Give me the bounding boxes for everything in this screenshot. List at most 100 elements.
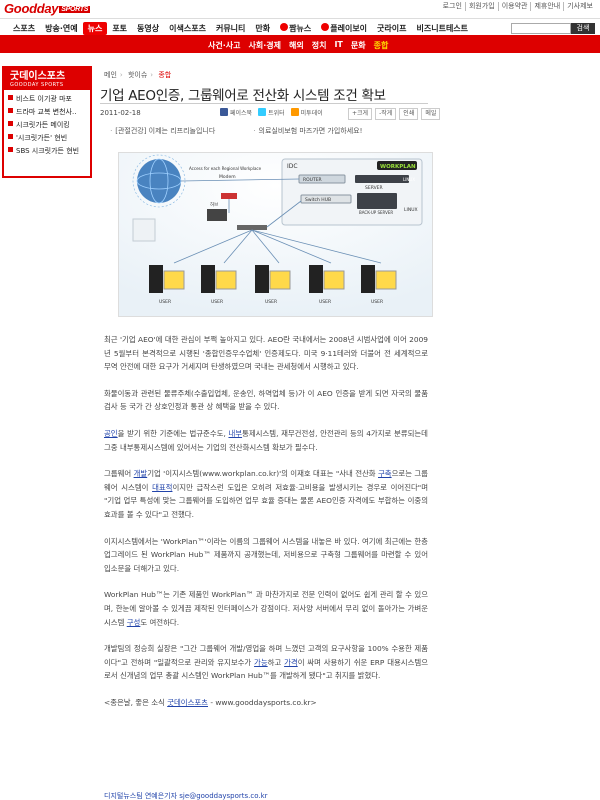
nav-item[interactable]: 비즈니트테스트 [412, 22, 474, 35]
subnav-item[interactable]: 문화 [347, 40, 370, 51]
text-ad[interactable]: · 의료실비보험 마즈가면 가입하세요! [253, 126, 362, 136]
article-keyword-link[interactable]: 굿데이스포츠 [167, 698, 208, 707]
nav-item[interactable]: 짬뉴스 [275, 22, 316, 35]
share-bar: 페이스북 트위터 미투데이 [220, 108, 323, 117]
share-twitter[interactable]: 트위터 [258, 108, 285, 117]
modem-label: Modem [219, 174, 236, 180]
nav-item[interactable]: 만화 [250, 22, 275, 35]
breadcrumb-sep: › [150, 71, 154, 79]
search-input[interactable] [511, 23, 571, 34]
article-keyword-link[interactable]: 구성 [127, 618, 141, 627]
badge-icon [280, 23, 289, 31]
sidebar-item-label: '시크릿가든' 현빈 [16, 134, 68, 142]
top-link[interactable]: 회원가입 [464, 2, 498, 11]
subnav-item-current[interactable]: 종합 [370, 40, 393, 51]
nav-item[interactable]: 동영상 [132, 22, 164, 35]
font-smaller-button[interactable]: -작게 [375, 108, 397, 120]
bullet-icon [8, 108, 13, 113]
article-keyword-link[interactable]: 개발 [134, 469, 148, 478]
share-label: 트위터 [268, 110, 285, 117]
article-text: 그룹웨어 [104, 469, 134, 479]
nav-item[interactable]: 커뮤니티 [211, 22, 250, 35]
nav-item[interactable]: 플레이보이 [316, 22, 372, 35]
access-label: Access for each Regional Workplace [189, 166, 262, 171]
subnav-item[interactable]: 사건·사고 [204, 40, 244, 51]
article-keyword-link[interactable]: 내부 [228, 429, 242, 438]
reporter-email[interactable]: 디지털뉴스팀 연예은기자 sje@gooddaysports.co.kr [104, 791, 268, 800]
subnav-item[interactable]: 해외 [285, 40, 308, 51]
top-bar: Goodday SPORTS 로그인 회원가입 이용약관 제휴안내 기사제보 [0, 0, 600, 18]
article-keyword-link[interactable]: 가능 [254, 658, 268, 667]
nav-item[interactable]: 포토 [107, 22, 132, 35]
sidebar-item-label: 시크릿가든 메이킹 [16, 121, 70, 129]
site-logo[interactable]: Goodday SPORTS [4, 1, 91, 16]
backup-label: BACK-UP SERVER [359, 210, 393, 215]
nav-item[interactable]: 스포츠 [8, 22, 40, 35]
sidebar-item[interactable]: 비스트 이기광 마포 [8, 93, 86, 106]
share-facebook[interactable]: 페이스북 [220, 108, 252, 117]
hub-label: 허브 [210, 201, 218, 208]
idc-label: IDC [287, 163, 298, 170]
share-label: 페이스북 [230, 110, 253, 117]
article-paragraph: WorkPlan Hub™는 기존 제품인 WorkPlan™ 과 마찬가지로 … [104, 588, 428, 629]
article-keyword-link[interactable]: 구축 [378, 469, 392, 478]
mail-button[interactable]: 메일 [421, 108, 441, 120]
article-tools: +크게 -작게 인쇄 메일 [348, 108, 441, 120]
breadcrumb: 메인 › 핫이슈 › 종합 [104, 70, 174, 80]
bullet-icon [8, 134, 13, 139]
article-paragraph: 공인을 받기 위한 기준에는 법규준수도, 내부통제시스템, 재무건전성, 안전… [104, 427, 428, 454]
search-button[interactable]: 검색 [571, 23, 595, 34]
breadcrumb-current[interactable]: 종합 [158, 71, 171, 79]
sidebar: 굿데이스포츠 GOODDAY SPORTS 비스트 이기광 마포 드라마 교복 … [2, 66, 92, 178]
top-link[interactable]: 로그인 [440, 2, 465, 11]
sidebar-item[interactable]: SBS 시크릿가든 현빈 [8, 145, 86, 158]
subnav-item[interactable]: 사회·경제 [244, 40, 284, 51]
text-ad[interactable]: · [관절건강] 이제는 리프리놀입니다 [110, 126, 215, 136]
article-text: - www.gooddaysports.co.kr> [208, 697, 317, 707]
article-text: 기업 '이지시스템(www.workplan.co.kr)'의 이재호 대표는 … [147, 469, 378, 479]
sidebar-title: 굿데이스포츠 GOODDAY SPORTS [4, 68, 90, 90]
subnav-item[interactable]: 정치 [308, 40, 331, 51]
print-button[interactable]: 인쇄 [399, 108, 419, 120]
article-text: 화물이동과 관련된 물류주체(수출입업체, 운송인, 하역업체 등)가 이 AE… [104, 388, 428, 412]
nav-item[interactable]: 굿라이프 [372, 22, 411, 35]
divider [100, 103, 428, 104]
share-metoday[interactable]: 미투데이 [290, 108, 323, 117]
brand-label: WORKPLAN [380, 164, 416, 170]
sidebar-subtitle: GOODDAY SPORTS [10, 82, 64, 88]
router-label: ROUTER [303, 177, 322, 183]
linux-label-2: LINUX [404, 207, 418, 213]
facebook-icon [220, 108, 228, 116]
nav-item-label: 짬뉴스 [289, 24, 312, 33]
breadcrumb-item[interactable]: 핫이슈 [128, 71, 147, 79]
sidebar-item[interactable]: 시크릿가든 메이킹 [8, 119, 86, 132]
article-text: 최근 '기업 AEO'에 대한 관심이 부쩍 높아지고 있다. AEO란 국내에… [104, 335, 428, 372]
text-ads: · [관절건강] 이제는 리프리놀입니다 · 의료실비보험 마즈가면 가입하세요! [110, 126, 470, 136]
bullet-icon: · [253, 127, 256, 135]
nav-item[interactable]: 방송·연예 [40, 22, 82, 35]
top-link[interactable]: 이용약관 [497, 2, 531, 11]
top-link[interactable]: 제휴안내 [530, 2, 563, 11]
article-date: 2011-02-18 [100, 109, 141, 117]
article-keyword-link[interactable]: 가격 [284, 658, 298, 667]
server-label: SERVER [365, 185, 383, 191]
subnav-item[interactable]: IT [330, 40, 346, 51]
breadcrumb-item[interactable]: 메인 [104, 71, 117, 79]
sub-nav: 사건·사고 사회·경제 해외 정치 IT 문화 종합 [0, 37, 600, 53]
sidebar-item[interactable]: 드라마 교복 변천사.. [8, 106, 86, 119]
switch-label: Switch HUB [305, 197, 331, 203]
sidebar-item-label: 드라마 교복 변천사.. [16, 108, 77, 116]
font-larger-button[interactable]: +크게 [348, 108, 373, 120]
top-link[interactable]: 기사제보 [563, 2, 596, 11]
user-label: USER [159, 299, 171, 305]
nav-item-news[interactable]: 뉴스 [82, 22, 108, 35]
article-body: 최근 '기업 AEO'에 대한 관심이 부쩍 높아지고 있다. AEO란 국내에… [104, 333, 428, 722]
sidebar-item[interactable]: '시크릿가든' 현빈 [8, 132, 86, 145]
bullet-icon [8, 95, 13, 100]
sidebar-item-label: 비스트 이기광 마포 [16, 95, 72, 103]
nav-item[interactable]: 이색스포츠 [164, 22, 211, 35]
article-keyword-link[interactable]: 대표적 [152, 483, 172, 492]
article-text: 을 받기 위한 기준에는 법규준수도, [117, 428, 229, 438]
article-text: 이지시스템에서는 'WorkPlan™'이라는 이름의 그룹웨어 시스템을 내놓… [104, 536, 428, 573]
article-keyword-link[interactable]: 공인 [104, 429, 118, 438]
